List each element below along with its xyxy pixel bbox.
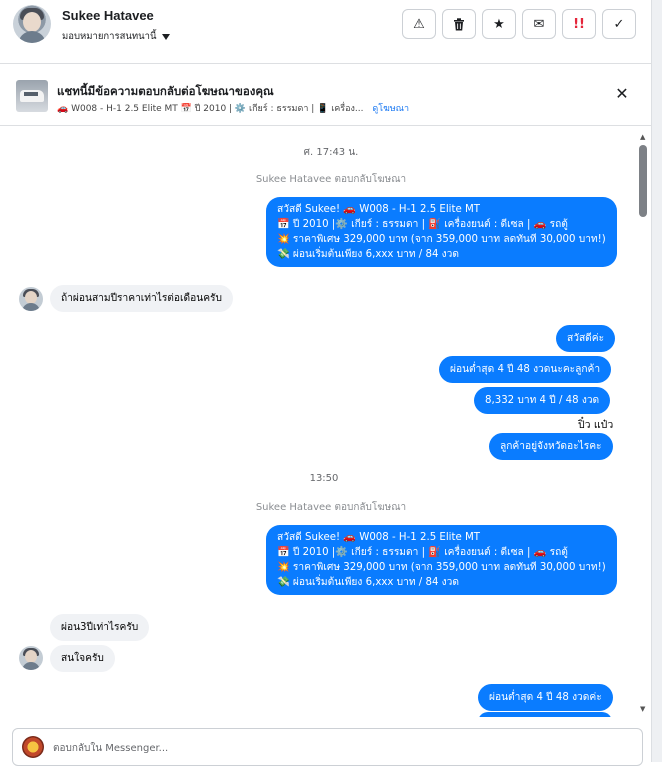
follow-up-button[interactable]: !! [562,9,596,39]
assign-label: มอบหมายการสนทนานี้ [62,31,157,42]
chevron-down-icon [161,33,170,40]
ad-msg-line: สวัสดี Sukee! 🚗 W008 - H-1 2.5 Elite MT [277,532,481,543]
envelope-icon: ✉ [533,16,545,32]
ad-auto-message: สวัสดี Sukee! 🚗 W008 - H-1 2.5 Elite MT … [266,525,617,595]
scroll-up-arrow-icon[interactable]: ▲ [640,133,645,141]
outgoing-message: สวัสดีค่ะ [556,325,616,352]
ad-reply-notice: Sukee Hatavee ตอบกลับโฆษณา [255,174,407,185]
contact-avatar-small [19,287,43,311]
timestamp: 13:50 [309,473,339,484]
outer-background [652,0,662,762]
outgoing-message: ผ่อนต่ำสุด 4 ปี 48 งวดค่ะ [478,684,613,711]
ad-msg-line: 💥 ราคาพิเศษ 329,000 บาท (จาก 359,000 บาท… [277,234,606,245]
ad-details-text: 🚗 W008 - H-1 2.5 Elite MT 📅 ปี 2010 | ⚙️… [57,104,364,114]
done-button[interactable]: ✓ [602,9,636,39]
contact-name[interactable]: Sukee Hatavee [62,8,154,23]
reply-input-placeholder[interactable]: ตอบกลับใน Messenger... [53,741,168,756]
incoming-message: ผ่อน3ปีเท่าไรครับ [50,614,150,641]
double-exclamation-icon: !! [573,16,585,32]
scroll-down-arrow-icon[interactable]: ▼ [640,705,645,713]
outgoing-message: ลูกค้าอยู่จังหวัดอะไรคะ [489,433,613,460]
ad-thumbnail[interactable] [16,80,48,112]
contact-avatar-small [19,646,43,670]
incoming-message: สนใจครับ [50,645,115,672]
checkmark-icon: ✓ [613,16,625,32]
ad-msg-line: สวัสดี Sukee! 🚗 W008 - H-1 2.5 Elite MT [277,204,481,215]
sender-label: ปิ๋ว แป๋ว [578,419,614,431]
outgoing-message: ผ่อนต่ำสุด 4 ปี 48 งวดนะคะลูกค้า [439,356,612,383]
star-button[interactable]: ★ [482,9,516,39]
star-icon: ★ [493,16,505,32]
ad-reply-banner: แชทนี้มีข้อความตอบกลับต่อโฆษณาของคุณ 🚗 W… [0,65,652,126]
incoming-message: ถ้าผ่อนสามปีราคาเท่าไรต่อเดือนครับ [50,285,233,312]
timestamp: ศ. 17:43 น. [303,147,359,158]
trash-icon [454,17,464,30]
outgoing-message-partial [478,712,612,717]
ad-msg-line: 💸 ผ่อนเริ่มต้นเพียง 6,xxx บาท / 84 งวด [277,249,459,260]
ad-banner-details: 🚗 W008 - H-1 2.5 Elite MT 📅 ปี 2010 | ⚙️… [57,101,409,115]
report-spam-button[interactable]: ⚠ [402,9,436,39]
assign-conversation-dropdown[interactable]: มอบหมายการสนทนานี้ [62,29,170,44]
mark-unread-button[interactable]: ✉ [522,9,556,39]
ad-banner-title: แชทนี้มีข้อความตอบกลับต่อโฆษณาของคุณ [57,84,274,98]
reply-composer[interactable]: ตอบกลับใน Messenger... [12,728,643,766]
delete-button[interactable] [442,9,476,39]
ad-msg-line: 💥 ราคาพิเศษ 329,000 บาท (จาก 359,000 บาท… [277,562,606,573]
ad-auto-message: สวัสดี Sukee! 🚗 W008 - H-1 2.5 Elite MT … [266,197,617,267]
warning-triangle-icon: ⚠ [413,16,425,32]
ad-msg-line: 📅 ปี 2010 |⚙️ เกียร์ : ธรรมดา | ⛽ เครื่อ… [277,219,568,230]
outgoing-message: 8,332 บาท 4 ปี / 48 งวด [474,387,611,414]
contact-avatar[interactable] [13,5,51,43]
conversation-toolbar: ⚠ ★ ✉ !! ✓ [402,9,636,39]
conversation-header: Sukee Hatavee มอบหมายการสนทนานี้ ⚠ ★ ✉ !… [0,0,652,64]
chat-scrollbar[interactable] [639,145,647,217]
conversation-panel: Sukee Hatavee มอบหมายการสนทนานี้ ⚠ ★ ✉ !… [0,0,652,766]
ad-reply-notice: Sukee Hatavee ตอบกลับโฆษณา [255,502,407,513]
messenger-page-icon [22,736,44,758]
ad-msg-line: 📅 ปี 2010 |⚙️ เกียร์ : ธรรมดา | ⛽ เครื่อ… [277,547,568,558]
ad-msg-line: 💸 ผ่อนเริ่มต้นเพียง 6,xxx บาท / 84 งวด [277,577,459,588]
view-ad-link[interactable]: ดูโฆษณา [372,104,409,114]
close-icon[interactable]: ✕ [612,84,632,104]
message-thread[interactable]: ศ. 17:43 น. Sukee Hatavee ตอบกลับโฆษณา ส… [0,127,652,717]
